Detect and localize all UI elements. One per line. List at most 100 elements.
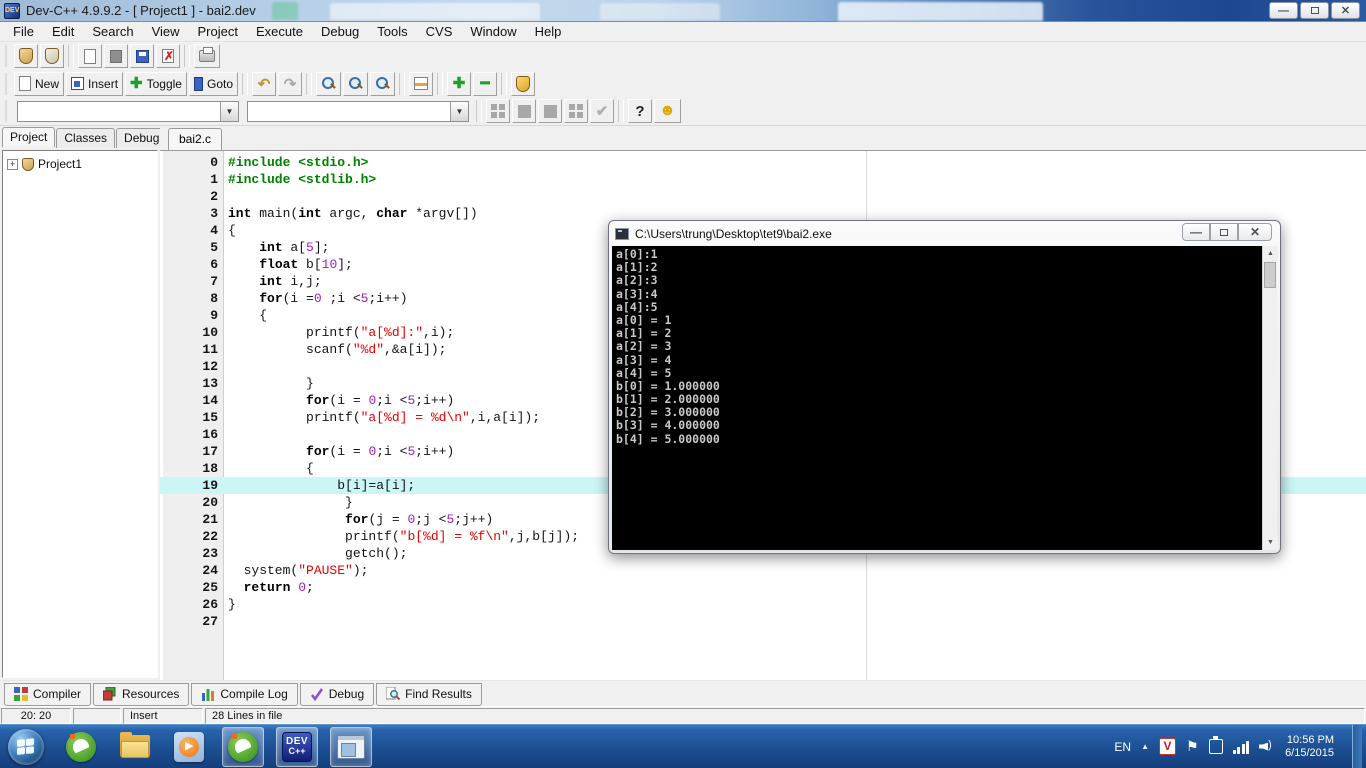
chevron-down-icon[interactable]: ▼ xyxy=(450,101,468,121)
code-text: system("PAUSE"); xyxy=(228,563,369,578)
editor-tab-bai2c[interactable]: bai2.c xyxy=(168,128,223,150)
sidebar-tab-classes[interactable]: Classes xyxy=(56,128,116,148)
line-number: 23 xyxy=(202,546,218,561)
menu-file[interactable]: File xyxy=(4,22,43,41)
restore-button[interactable] xyxy=(1300,2,1329,19)
find-in-files-button[interactable] xyxy=(343,71,368,96)
scroll-down-icon[interactable]: ▼ xyxy=(1263,535,1278,550)
taskbar-windows-explorer[interactable] xyxy=(114,727,156,767)
console-window[interactable]: C:\Users\trung\Desktop\tet9\bai2.exe — ✕… xyxy=(608,220,1281,554)
menu-search[interactable]: Search xyxy=(83,22,142,41)
menu-view[interactable]: View xyxy=(143,22,189,41)
menu-edit[interactable]: Edit xyxy=(43,22,83,41)
close-button[interactable]: ✕ xyxy=(1331,2,1360,19)
console-scrollbar[interactable]: ▲ ▼ xyxy=(1262,246,1278,550)
save-button[interactable] xyxy=(104,44,128,68)
code-text: scanf("%d",&a[i]); xyxy=(228,342,447,357)
menu-window[interactable]: Window xyxy=(461,22,525,41)
remove-watch-button[interactable]: ━ xyxy=(473,71,497,96)
save-all-button[interactable] xyxy=(130,44,154,68)
code-text: for(i = 0;i <5;i++) xyxy=(306,444,455,459)
insert-icon xyxy=(71,77,85,90)
volume-icon[interactable]: ) xyxy=(1259,739,1275,754)
code-line-2[interactable]: 2 xyxy=(160,188,1366,205)
console-minimize-button[interactable]: — xyxy=(1182,223,1210,241)
action-center-flag-icon[interactable]: ⚑ xyxy=(1186,738,1199,755)
report-tab-debug[interactable]: Debug xyxy=(299,683,375,706)
console-restore-button[interactable] xyxy=(1210,223,1238,241)
report-tab-find-results[interactable]: Find Results xyxy=(376,683,482,706)
language-indicator[interactable]: EN xyxy=(1114,740,1131,754)
chevron-down-icon[interactable]: ▼ xyxy=(220,101,238,121)
compile-run-button[interactable] xyxy=(538,99,562,123)
background-window-ghost xyxy=(838,2,1043,21)
about-button[interactable]: ☻ xyxy=(654,99,681,123)
show-desktop-button[interactable] xyxy=(1352,724,1362,768)
print-button[interactable] xyxy=(194,44,220,68)
report-tab-compiler[interactable]: Compiler xyxy=(4,683,92,706)
report-tab-resources[interactable]: Resources xyxy=(93,683,190,706)
console-titlebar[interactable]: C:\Users\trung\Desktop\tet9\bai2.exe — ✕ xyxy=(609,221,1280,246)
open-button[interactable] xyxy=(40,44,64,68)
start-button[interactable] xyxy=(8,728,44,765)
menu-debug[interactable]: Debug xyxy=(312,22,368,41)
menu-project[interactable]: Project xyxy=(189,22,247,41)
vietkey-icon[interactable]: V xyxy=(1159,738,1176,755)
minimize-button[interactable]: — xyxy=(1269,2,1298,19)
code-line-1[interactable]: 1 #include <stdlib.h> xyxy=(160,171,1366,188)
show-hidden-icons[interactable]: ▲ xyxy=(1141,742,1149,751)
tray-clock[interactable]: 10:56 PM 6/15/2015 xyxy=(1285,734,1342,760)
taskbar-console-active[interactable] xyxy=(330,726,372,767)
redo-button[interactable]: ↷ xyxy=(278,71,302,96)
insert-button[interactable]: Insert xyxy=(66,71,124,96)
cursor-position: 20: 20 xyxy=(1,708,71,724)
scroll-up-icon[interactable]: ▲ xyxy=(1263,246,1278,261)
new-file-button[interactable] xyxy=(78,44,102,68)
sidebar-tab-project[interactable]: Project xyxy=(2,127,56,147)
class-browser-combobox[interactable]: ▼ xyxy=(247,100,469,122)
code-line-25[interactable]: 25 return 0; xyxy=(160,579,1366,596)
run-button[interactable] xyxy=(512,99,536,123)
help-button[interactable]: ? xyxy=(628,99,652,123)
tree-expand-icon[interactable]: + xyxy=(7,158,18,170)
menu-tools[interactable]: Tools xyxy=(368,22,416,41)
console-output-area[interactable]: a[0]:1 a[1]:2 a[2]:3 a[3]:4 a[4]:5 a[0] = 1 a[… xyxy=(612,246,1278,550)
find-button[interactable] xyxy=(316,71,341,96)
new-button[interactable]: New xyxy=(14,71,65,96)
undo-button[interactable]: ↶ xyxy=(252,71,276,96)
insert-mode: Insert xyxy=(123,708,203,724)
help-icon: ? xyxy=(635,102,645,120)
profile-button[interactable] xyxy=(511,71,535,96)
report-tab-compile-log[interactable]: Compile Log xyxy=(191,683,298,706)
compiler-target-combobox[interactable]: ▼ xyxy=(17,100,239,122)
new-project-button[interactable] xyxy=(14,44,38,68)
taskbar-devcpp-active[interactable]: DEV C++ xyxy=(276,726,318,767)
toggle-button[interactable]: ✚ Toggle xyxy=(125,71,187,96)
code-line-24[interactable]: 24 system("PAUSE"); xyxy=(160,562,1366,579)
debug-run-button[interactable]: ✔ xyxy=(590,99,614,123)
menu-help[interactable]: Help xyxy=(526,22,571,41)
report-tab-label: Debug xyxy=(328,687,365,701)
menu-cvs[interactable]: CVS xyxy=(417,22,462,41)
code-text: b[i]=a[i]; xyxy=(228,478,416,493)
line-number: 5 xyxy=(210,240,218,255)
console-close-button[interactable]: ✕ xyxy=(1238,223,1272,241)
taskbar-media-player[interactable] xyxy=(168,727,210,767)
goto-line-button[interactable] xyxy=(409,71,433,96)
menu-execute[interactable]: Execute xyxy=(247,22,312,41)
add-watch-button[interactable]: ✚ xyxy=(447,71,471,96)
code-line-27[interactable]: 27 xyxy=(160,613,1366,630)
code-line-26[interactable]: 26} xyxy=(160,596,1366,613)
taskbar-coccoc-active[interactable] xyxy=(222,726,264,767)
scrollbar-thumb[interactable] xyxy=(1264,262,1276,288)
compile-button[interactable] xyxy=(486,99,510,123)
network-signal-icon[interactable] xyxy=(1232,740,1250,754)
taskbar-coccoc-browser[interactable] xyxy=(60,727,102,767)
replace-button[interactable] xyxy=(370,71,395,96)
goto-button[interactable]: Goto xyxy=(188,71,238,96)
rebuild-button[interactable] xyxy=(564,99,588,123)
code-line-0[interactable]: 0 #include <stdio.h> xyxy=(160,154,1366,171)
close-file-button[interactable] xyxy=(156,44,180,68)
safely-remove-icon[interactable] xyxy=(1208,736,1223,754)
project-tree-root[interactable]: + Project1 xyxy=(3,151,157,171)
